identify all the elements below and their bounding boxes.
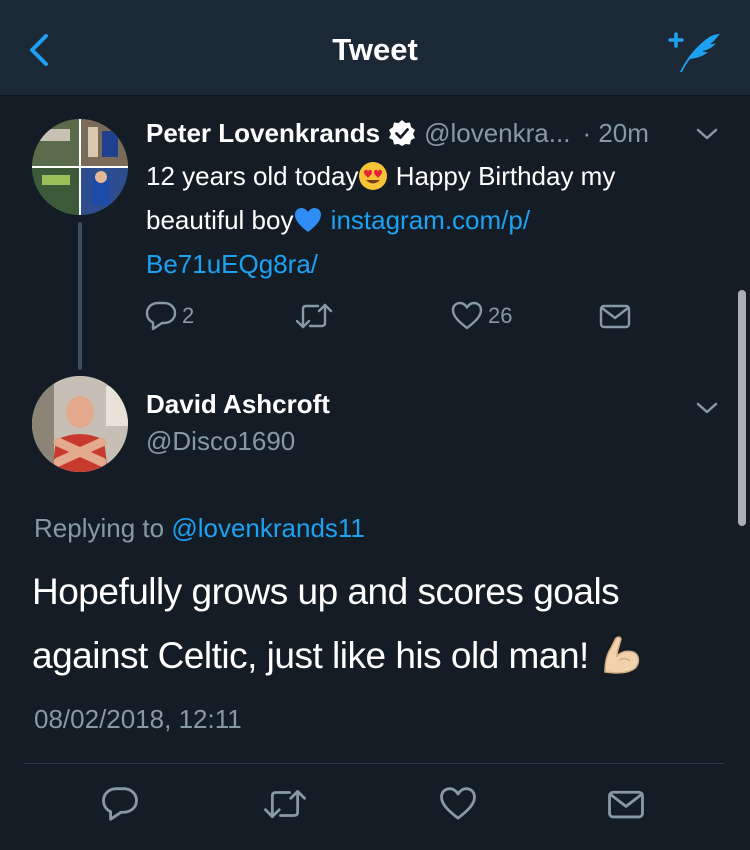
compose-tweet-button[interactable] [664,26,724,76]
avatar[interactable] [32,119,128,215]
tweet-header: Peter Lovenkrands @lovenkra... · 20m [146,116,649,150]
verified-badge-icon [388,119,416,147]
blue-heart-emoji-icon [293,204,323,234]
replying-to-label: Replying to [34,513,172,543]
flexed-biceps-emoji-icon [599,632,643,676]
like-button[interactable] [438,784,478,824]
reply-bubble-icon [102,787,138,821]
reply-author-handle[interactable]: @Disco1690 [146,426,295,457]
top-nav-bar: Tweet [0,0,750,96]
direct-message-button[interactable] [598,296,632,336]
replying-to-line: Replying to @lovenkrands11 [34,513,365,544]
tweet-options-button[interactable] [694,124,720,144]
avatar-photo-image [32,376,128,472]
chevron-down-icon [696,402,718,414]
retweet-button[interactable] [262,784,308,824]
reply-button[interactable]: 2 [144,296,194,336]
like-count: 26 [488,303,513,328]
reply-count: 2 [182,303,195,328]
avatar-collage-image [32,119,128,215]
direct-message-button[interactable] [606,784,646,824]
tweet-time: · 20m [582,117,649,148]
retweet-icon [264,789,306,819]
chevron-down-icon [696,128,718,140]
tweet-action-bar: 2 26 [144,296,644,336]
avatar[interactable] [32,376,128,472]
thread-connector-line [78,222,82,370]
heart-eyes-emoji-icon [358,160,388,190]
heart-icon [440,787,476,820]
envelope-icon [608,790,644,819]
reply-bubble-icon [145,301,177,331]
tweet-options-button[interactable] [694,398,720,418]
replying-to-handle[interactable]: @lovenkrands11 [171,513,365,543]
tweet-timestamp: 08/02/2018, 12:11 [34,704,242,734]
tweet-text-part1: 12 years old today [146,161,359,191]
like-button[interactable]: 26 [450,296,512,336]
reply-button[interactable] [100,784,140,824]
detail-action-bar [0,780,750,830]
divider [24,763,724,764]
scrollbar[interactable] [738,290,746,526]
retweet-button[interactable] [294,296,334,336]
compose-quill-icon [668,32,720,72]
tweet-text: 12 years old today Happy Birthday my bea… [146,154,706,286]
author-name[interactable]: Peter Lovenkrands [146,118,380,149]
envelope-icon [599,304,631,329]
retweet-icon [295,303,333,329]
reply-tweet-text: Hopefully grows up and scores goals agai… [32,560,722,688]
heart-icon [451,301,483,330]
author-handle[interactable]: @lovenkra... [424,118,570,149]
reply-text-body: Hopefully grows up and scores goals agai… [32,571,620,676]
page-title: Tweet [332,32,418,67]
reply-author-name[interactable]: David Ashcroft [146,389,330,420]
